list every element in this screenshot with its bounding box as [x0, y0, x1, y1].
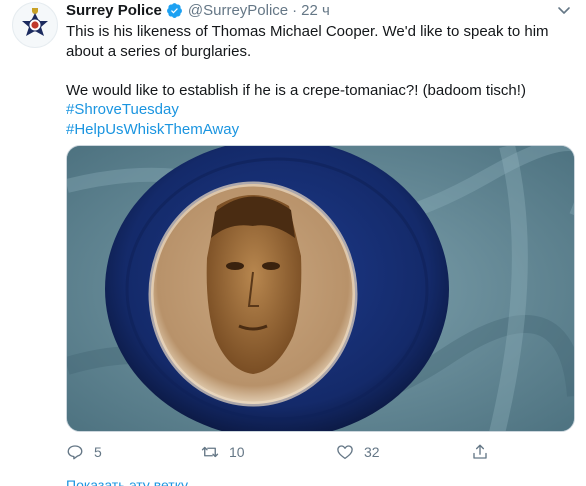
retweet-button[interactable]: 10 — [201, 440, 245, 464]
tweet-text-line: This is his likeness of Thomas Michael C… — [66, 23, 549, 60]
chevron-down-icon[interactable] — [556, 2, 572, 18]
verified-badge-icon — [166, 2, 182, 18]
author-handle[interactable]: @SurreyPolice — [188, 2, 288, 19]
hashtag-link[interactable]: #ShroveTuesday — [66, 101, 179, 118]
show-thread-link[interactable]: Показать эту ветку — [66, 477, 188, 486]
tweet-actions: 5 10 32 — [66, 440, 496, 464]
share-icon — [473, 444, 487, 459]
share-button[interactable] — [471, 440, 489, 464]
retweet-icon — [201, 446, 219, 458]
police-badge-icon — [22, 8, 48, 36]
tweet-text: This is his likeness of Thomas Michael C… — [66, 22, 566, 139]
avatar[interactable] — [12, 2, 58, 48]
tweet-media[interactable] — [66, 145, 575, 432]
heart-icon — [337, 445, 353, 460]
tweet-header: Surrey Police @SurreyPolice · 22 ч — [66, 0, 330, 20]
hashtag-link[interactable]: #HelpUsWhiskThemAway — [66, 121, 239, 138]
reply-count: 5 — [94, 444, 102, 460]
reply-button[interactable]: 5 — [66, 440, 102, 464]
tweet-time[interactable]: 22 ч — [301, 2, 330, 19]
like-count: 32 — [364, 444, 380, 460]
tweet-text-line: We would like to establish if he is a cr… — [66, 81, 526, 99]
reply-icon — [67, 445, 83, 460]
tweet[interactable]: Surrey Police @SurreyPolice · 22 ч This … — [0, 0, 586, 486]
retweet-count: 10 — [229, 444, 245, 460]
pancake-portrait-image — [67, 146, 574, 431]
separator-dot: · — [292, 1, 298, 19]
author-name[interactable]: Surrey Police — [66, 2, 162, 19]
like-button[interactable]: 32 — [336, 440, 380, 464]
